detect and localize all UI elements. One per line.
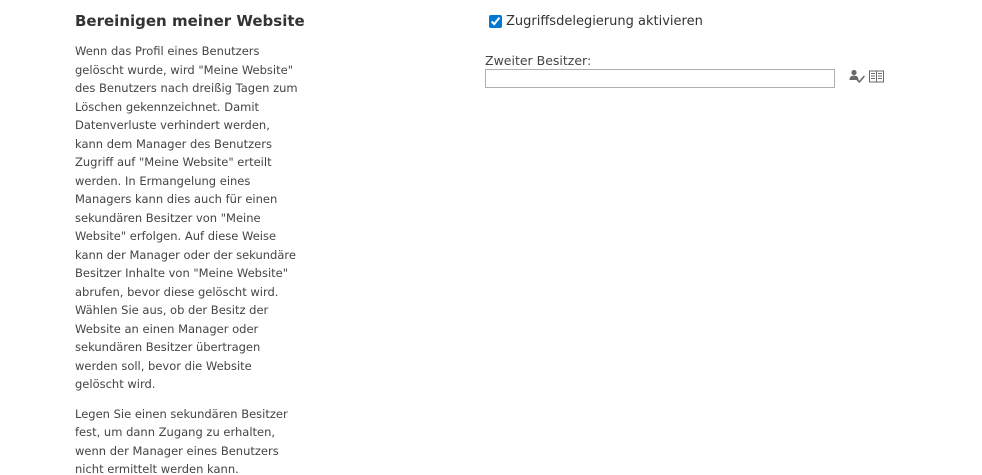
browse-directory-button[interactable] [868, 68, 886, 86]
section-title: Bereinigen meiner Website [75, 12, 305, 30]
address-book-icon [869, 70, 884, 83]
secondary-owner-label: Zweiter Besitzer: [485, 53, 592, 68]
access-delegation-checkbox[interactable] [489, 14, 502, 28]
settings-page: Bereinigen meiner Website Wenn das Profi… [0, 0, 982, 475]
access-delegation-option[interactable]: Zugriffsdelegierung aktivieren [488, 12, 908, 30]
secondary-owner-input[interactable] [485, 69, 835, 88]
description-paragraph-1: Wenn das Profil eines Benutzers gelöscht… [75, 44, 298, 391]
description-paragraph-2: Legen Sie einen sekundären Besitzer fest… [75, 406, 288, 475]
section-description: Bereinigen meiner Website Wenn das Profi… [75, 10, 305, 475]
access-delegation-label: Zugriffsdelegierung aktivieren [506, 13, 703, 29]
check-names-button[interactable] [848, 68, 866, 86]
delegation-controls: Zugriffsdelegierung aktivieren [488, 12, 908, 30]
check-names-icon [849, 69, 865, 83]
